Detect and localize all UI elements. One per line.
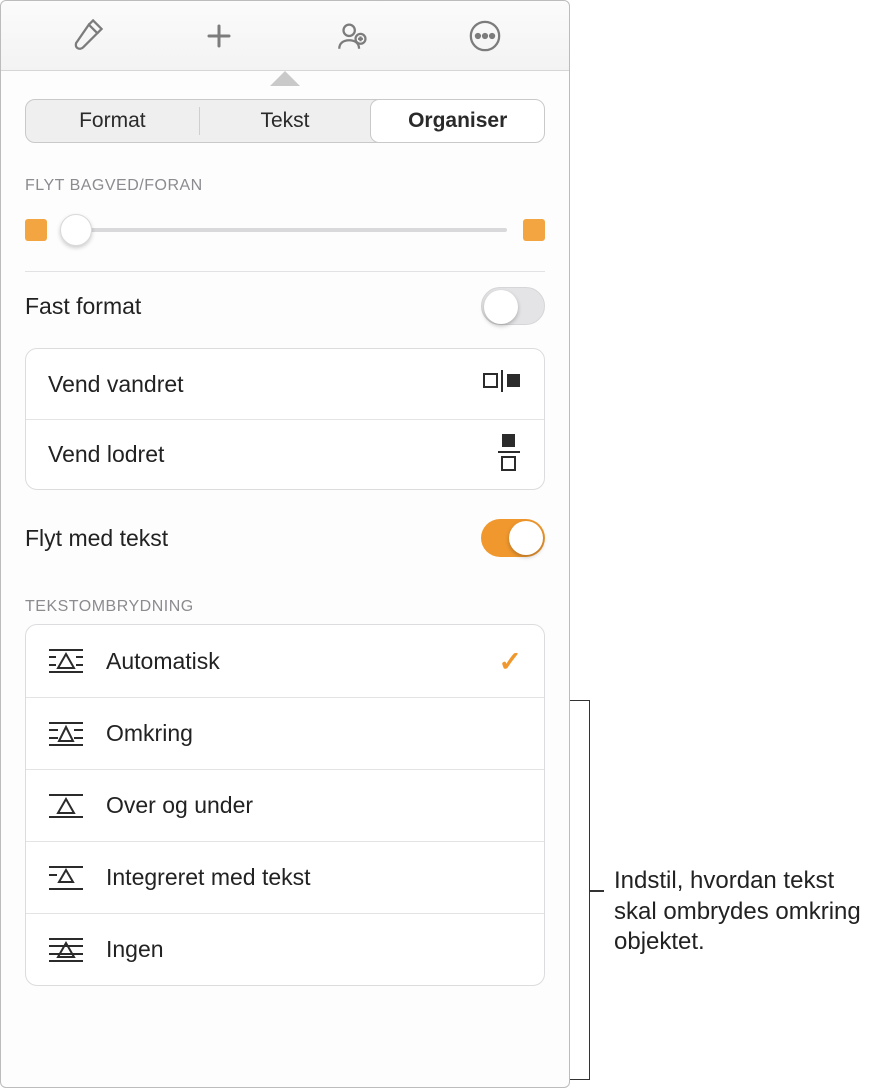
organize-panel: Format Tekst Organiser FLYT BAGVED/FORAN… bbox=[1, 71, 569, 1087]
layer-order-slider[interactable] bbox=[63, 219, 507, 241]
more-button[interactable] bbox=[418, 1, 551, 70]
move-with-text-toggle[interactable] bbox=[481, 519, 545, 557]
wrap-option-none[interactable]: Ingen bbox=[26, 913, 544, 985]
wrap-option-above-below[interactable]: Over og under bbox=[26, 769, 544, 841]
toolbar bbox=[1, 1, 569, 71]
switch-knob bbox=[484, 290, 518, 324]
check-icon: ✓ bbox=[499, 645, 522, 678]
slider-thumb[interactable] bbox=[60, 214, 92, 246]
move-with-text-label: Flyt med tekst bbox=[25, 525, 168, 552]
inspector-tabs: Format Tekst Organiser bbox=[25, 99, 545, 143]
section-move-label: FLYT BAGVED/FORAN bbox=[25, 177, 545, 195]
flip-card: Vend vandret Vend lodret bbox=[25, 348, 545, 490]
wrap-option-inline[interactable]: Integreret med tekst bbox=[26, 841, 544, 913]
flip-horizontal-label: Vend vandret bbox=[48, 371, 184, 398]
slider-back-endcap bbox=[25, 219, 47, 241]
wrap-option-label: Ingen bbox=[106, 936, 164, 963]
layer-order-slider-row bbox=[25, 219, 545, 272]
wrap-above-below-icon bbox=[48, 792, 84, 820]
wrap-option-around[interactable]: Omkring bbox=[26, 697, 544, 769]
tab-format[interactable]: Format bbox=[26, 100, 199, 142]
tab-label: Tekst bbox=[261, 109, 310, 133]
tab-text[interactable]: Tekst bbox=[199, 100, 372, 142]
add-button[interactable] bbox=[152, 1, 285, 70]
fixed-format-row: Fast format bbox=[25, 272, 545, 340]
callout-text: Indstil, hvordan tekst skal ombrydes omk… bbox=[614, 866, 872, 958]
tab-label: Organiser bbox=[408, 109, 507, 133]
wrap-none-icon bbox=[48, 936, 84, 964]
wrap-option-label: Automatisk bbox=[106, 648, 220, 675]
text-wrap-list: Automatisk ✓ Omkring bbox=[25, 624, 545, 986]
wrap-option-label: Over og under bbox=[106, 792, 253, 819]
callout-tick bbox=[590, 890, 604, 892]
tab-organize[interactable]: Organiser bbox=[371, 100, 544, 142]
fixed-format-label: Fast format bbox=[25, 293, 141, 320]
wrap-automatic-icon bbox=[48, 647, 84, 675]
section-wrap-label: TEKSTOMBRYDNING bbox=[25, 598, 545, 616]
wrap-around-icon bbox=[48, 720, 84, 748]
brush-icon bbox=[69, 19, 103, 53]
fixed-format-toggle[interactable] bbox=[481, 287, 545, 325]
callout-bracket bbox=[570, 700, 590, 1080]
plus-icon bbox=[204, 21, 234, 51]
wrap-option-automatic[interactable]: Automatisk ✓ bbox=[26, 625, 544, 697]
popover-arrow bbox=[271, 72, 299, 86]
flip-vertical-row[interactable]: Vend lodret bbox=[26, 419, 544, 489]
flip-horizontal-row[interactable]: Vend vandret bbox=[26, 349, 544, 419]
wrap-option-label: Omkring bbox=[106, 720, 193, 747]
switch-knob bbox=[509, 521, 543, 555]
tab-label: Format bbox=[79, 109, 146, 133]
flip-vertical-icon bbox=[496, 432, 522, 478]
more-icon bbox=[468, 19, 502, 53]
wrap-inline-icon bbox=[48, 864, 84, 892]
brush-button[interactable] bbox=[19, 1, 152, 70]
flip-horizontal-icon bbox=[482, 368, 522, 400]
collaborate-button[interactable] bbox=[285, 1, 418, 70]
slider-front-endcap bbox=[523, 219, 545, 241]
inspector-window: Format Tekst Organiser FLYT BAGVED/FORAN… bbox=[0, 0, 570, 1088]
slider-track bbox=[63, 228, 507, 232]
collaborate-icon bbox=[335, 19, 369, 53]
wrap-option-label: Integreret med tekst bbox=[106, 864, 311, 891]
flip-vertical-label: Vend lodret bbox=[48, 441, 164, 468]
move-with-text-row: Flyt med tekst bbox=[25, 504, 545, 572]
